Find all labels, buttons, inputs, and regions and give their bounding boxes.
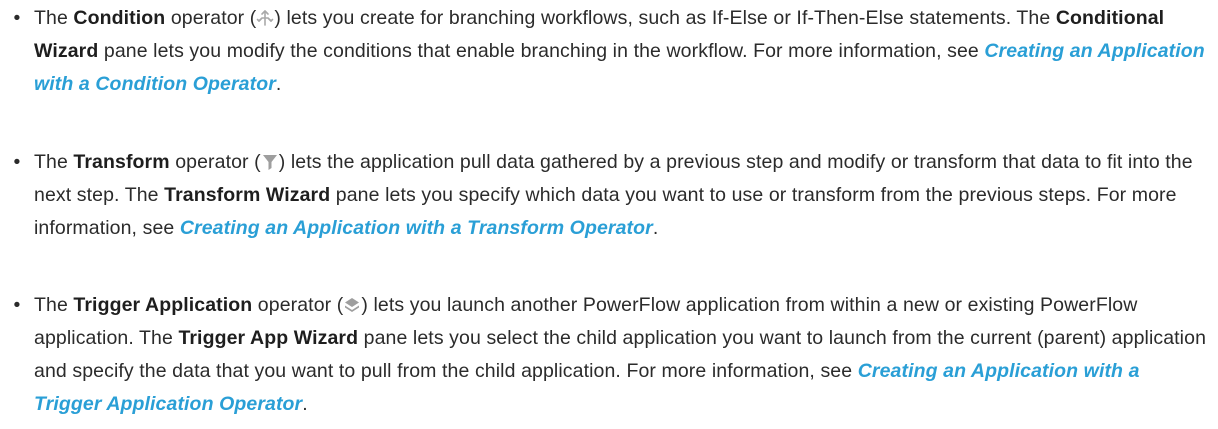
list-item-text: The Trigger Application operator () lets… [34, 289, 1212, 421]
text-run: ) lets you create for branching workflow… [274, 7, 1056, 29]
wizard-name: Transform Wizard [164, 184, 331, 206]
list-item-condition-operator: • The Condition operator ( ) lets you cre… [8, 2, 1208, 101]
text-run: operator ( [165, 7, 257, 29]
trigger-application-operator-icon [343, 292, 361, 312]
text-run: . [652, 217, 659, 239]
list-item-transform-operator: • The Transform operator () lets the app… [8, 146, 1208, 245]
wizard-name: Trigger App Wizard [178, 327, 359, 349]
list-item-trigger-application-operator: • The Trigger Application operator () le… [8, 289, 1208, 421]
list-item-text: The Condition operator ( ) lets you creat… [34, 2, 1212, 101]
text-run: operator ( [169, 151, 261, 173]
text-run: The [34, 294, 74, 316]
text-run: pane lets you modify the conditions that… [98, 40, 985, 62]
operator-name: Trigger Application [73, 294, 253, 316]
list-bullet: • [13, 294, 21, 316]
text-run: . [275, 73, 282, 95]
operator-name: Condition [73, 7, 166, 29]
operator-name: Transform [73, 151, 170, 173]
condition-operator-icon [256, 5, 274, 26]
text-run: The [34, 7, 74, 29]
text-run: operator ( [252, 294, 344, 316]
transform-operator-icon [261, 149, 279, 170]
text-run: . [302, 393, 308, 415]
cross-reference-link[interactable]: Creating an Application with a Transform… [180, 217, 653, 239]
list-bullet: • [13, 7, 21, 29]
text-run: The [34, 151, 74, 173]
list-item-text: The Transform operator () lets the appli… [34, 146, 1212, 245]
list-bullet: • [13, 151, 21, 173]
